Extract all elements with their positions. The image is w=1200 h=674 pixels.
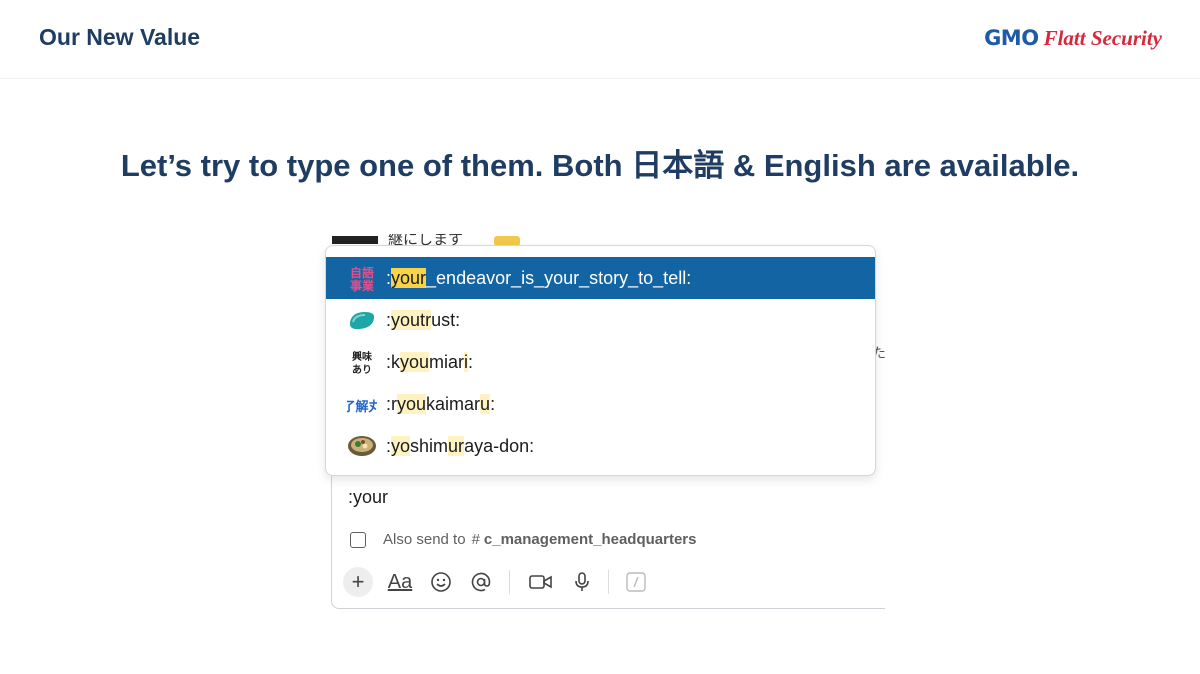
message-input[interactable]: :your (348, 487, 388, 508)
icon-text-top: 了解丸 (347, 399, 377, 415)
autocomplete-item[interactable]: 了解丸 :ryoukaimaru: (326, 383, 875, 425)
slide-headline: Let’s try to type one of them. Both 日本語 … (120, 148, 1080, 183)
also-send-option[interactable]: Also send to # c_management_headquarters (350, 531, 697, 548)
ryoukai-maru-icon: 了解丸 (346, 390, 378, 418)
autocomplete-item-label: :youtrust: (386, 309, 461, 330)
emoji-autocomplete-list: 自語 事業 :your_endeavor_is_your_story_to_te… (325, 245, 876, 476)
toolbar-divider (608, 570, 609, 594)
icon-text-top: 興味 (352, 350, 372, 363)
mention-icon[interactable] (469, 571, 493, 593)
slide-title: Our New Value (39, 24, 201, 50)
format-text-icon[interactable]: Aa (385, 571, 415, 594)
logo-brand-text: Flatt Security (1043, 26, 1162, 50)
teal-blob-icon (346, 306, 378, 334)
icon-text-bottom: あり (352, 363, 372, 376)
jisho-jigyo-kanji-icon: 自語 事業 (346, 264, 378, 292)
slide-header: Our New Value GMO Flatt Security (0, 0, 1200, 79)
also-send-checkbox[interactable] (350, 531, 366, 548)
autocomplete-item-label: :kyoumiari: (386, 351, 474, 372)
autocomplete-item-label: :ryoukaimaru: (386, 393, 496, 414)
emoji-icon[interactable] (429, 571, 453, 593)
toolbar-divider (509, 570, 510, 594)
autocomplete-item-label: :yoshimuraya-don: (386, 435, 535, 456)
kyoumi-ari-icon: 興味 あり (346, 348, 378, 376)
slash-command-icon[interactable] (625, 572, 647, 592)
also-send-label: Also send to (383, 531, 466, 548)
logo-gmo-text: GMO (984, 26, 1039, 50)
autocomplete-item[interactable]: :yoshimuraya-don: (326, 425, 875, 467)
autocomplete-item[interactable]: 自語 事業 :your_endeavor_is_your_story_to_te… (326, 257, 875, 299)
microphone-icon[interactable] (570, 571, 594, 593)
icon-text-top: 自語 (350, 265, 374, 280)
autocomplete-item[interactable]: :youtrust: (326, 299, 875, 341)
brand-logo: GMO Flatt Security (984, 26, 1162, 51)
autocomplete-item-label: :your_endeavor_is_your_story_to_tell: (386, 267, 692, 288)
video-icon[interactable] (528, 573, 554, 591)
icon-text-bottom: 事業 (350, 278, 375, 292)
food-bowl-icon (346, 432, 378, 460)
channel-hash-icon: # (471, 531, 480, 548)
also-send-channel: c_management_headquarters (483, 531, 697, 548)
plus-icon[interactable]: + (343, 567, 373, 597)
message-thumbnail (332, 236, 378, 244)
composer-toolbar: + Aa (343, 566, 647, 598)
autocomplete-item[interactable]: 興味 あり :kyoumiari: (326, 341, 875, 383)
